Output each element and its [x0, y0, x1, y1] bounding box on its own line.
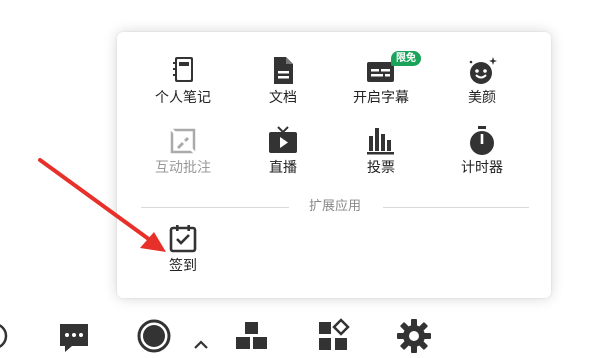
- audio-icon[interactable]: [0, 316, 14, 356]
- red-arrow-annotation: [38, 158, 166, 252]
- apps-blocks-icon[interactable]: [232, 316, 272, 356]
- chat-bubble-icon[interactable]: [54, 318, 94, 358]
- gear-icon[interactable]: [394, 316, 434, 356]
- apps-grid-icon[interactable]: [314, 316, 354, 356]
- record-circle-icon[interactable]: [134, 316, 174, 356]
- caret-up-icon[interactable]: [190, 334, 212, 354]
